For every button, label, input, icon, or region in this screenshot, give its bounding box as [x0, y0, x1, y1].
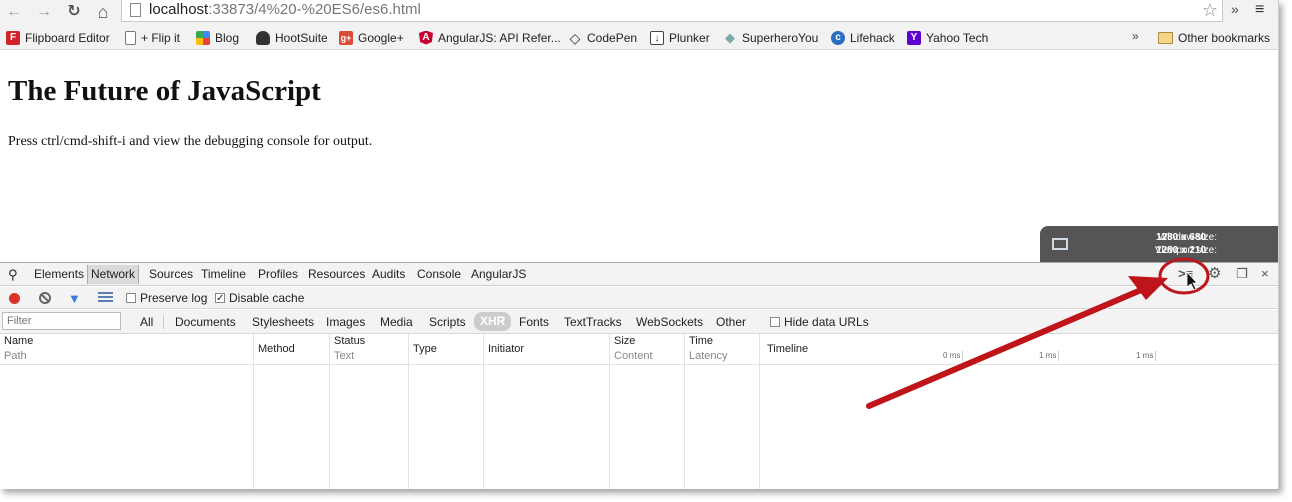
annotation-arrow-line	[866, 284, 1151, 409]
annotation-arrow-head	[1128, 276, 1168, 300]
annotation-circle	[1158, 257, 1210, 295]
annotation-overlay	[866, 257, 1210, 409]
mouse-cursor-icon	[1186, 270, 1198, 291]
